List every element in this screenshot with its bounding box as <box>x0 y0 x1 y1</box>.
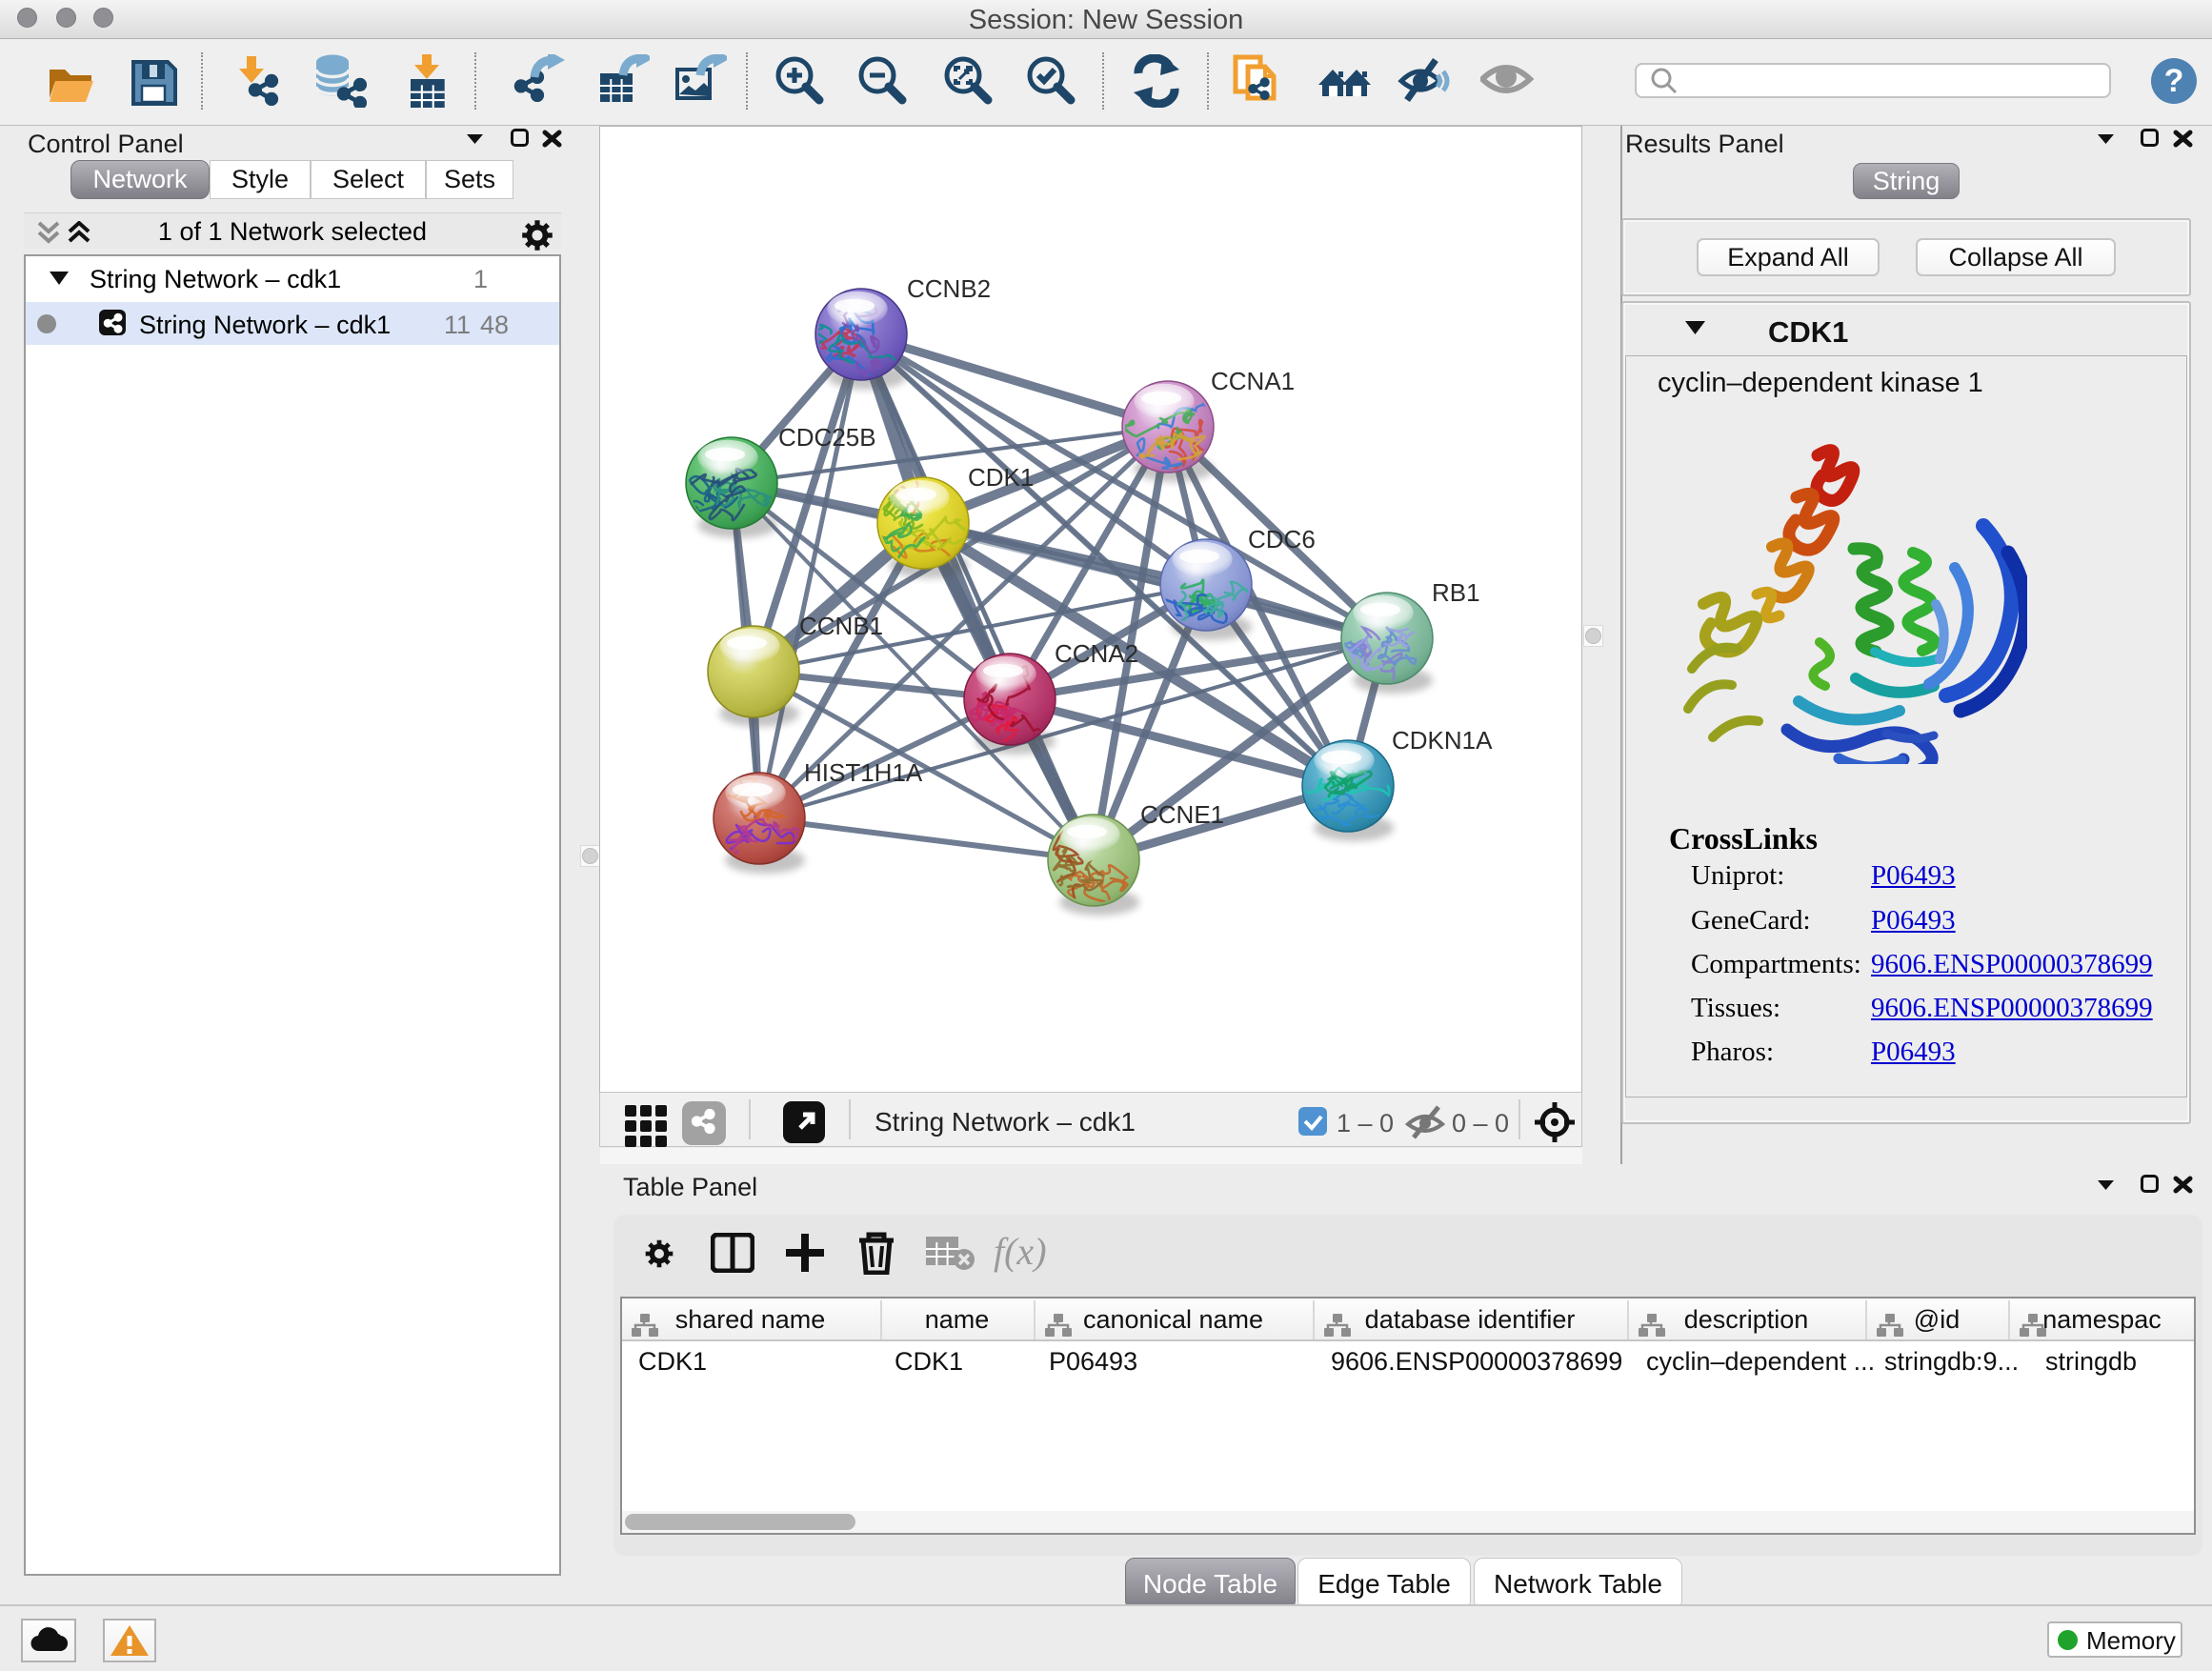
svg-text:CCNB1: CCNB1 <box>799 612 883 640</box>
svg-text:CDC25B: CDC25B <box>778 423 876 452</box>
svg-text:CCNA1: CCNA1 <box>1211 367 1295 395</box>
svg-text:CCNB2: CCNB2 <box>907 274 991 303</box>
svg-text:CDKN1A: CDKN1A <box>1392 726 1493 755</box>
svg-text:RB1: RB1 <box>1432 578 1480 607</box>
svg-text:?: ? <box>2164 63 2184 99</box>
svg-text:CCNE1: CCNE1 <box>1140 800 1224 829</box>
svg-text:CDK1: CDK1 <box>968 463 1034 492</box>
svg-text:CDC6: CDC6 <box>1248 525 1316 554</box>
svg-text:HIST1H1A: HIST1H1A <box>804 758 923 787</box>
svg-text:CCNA2: CCNA2 <box>1055 639 1138 668</box>
